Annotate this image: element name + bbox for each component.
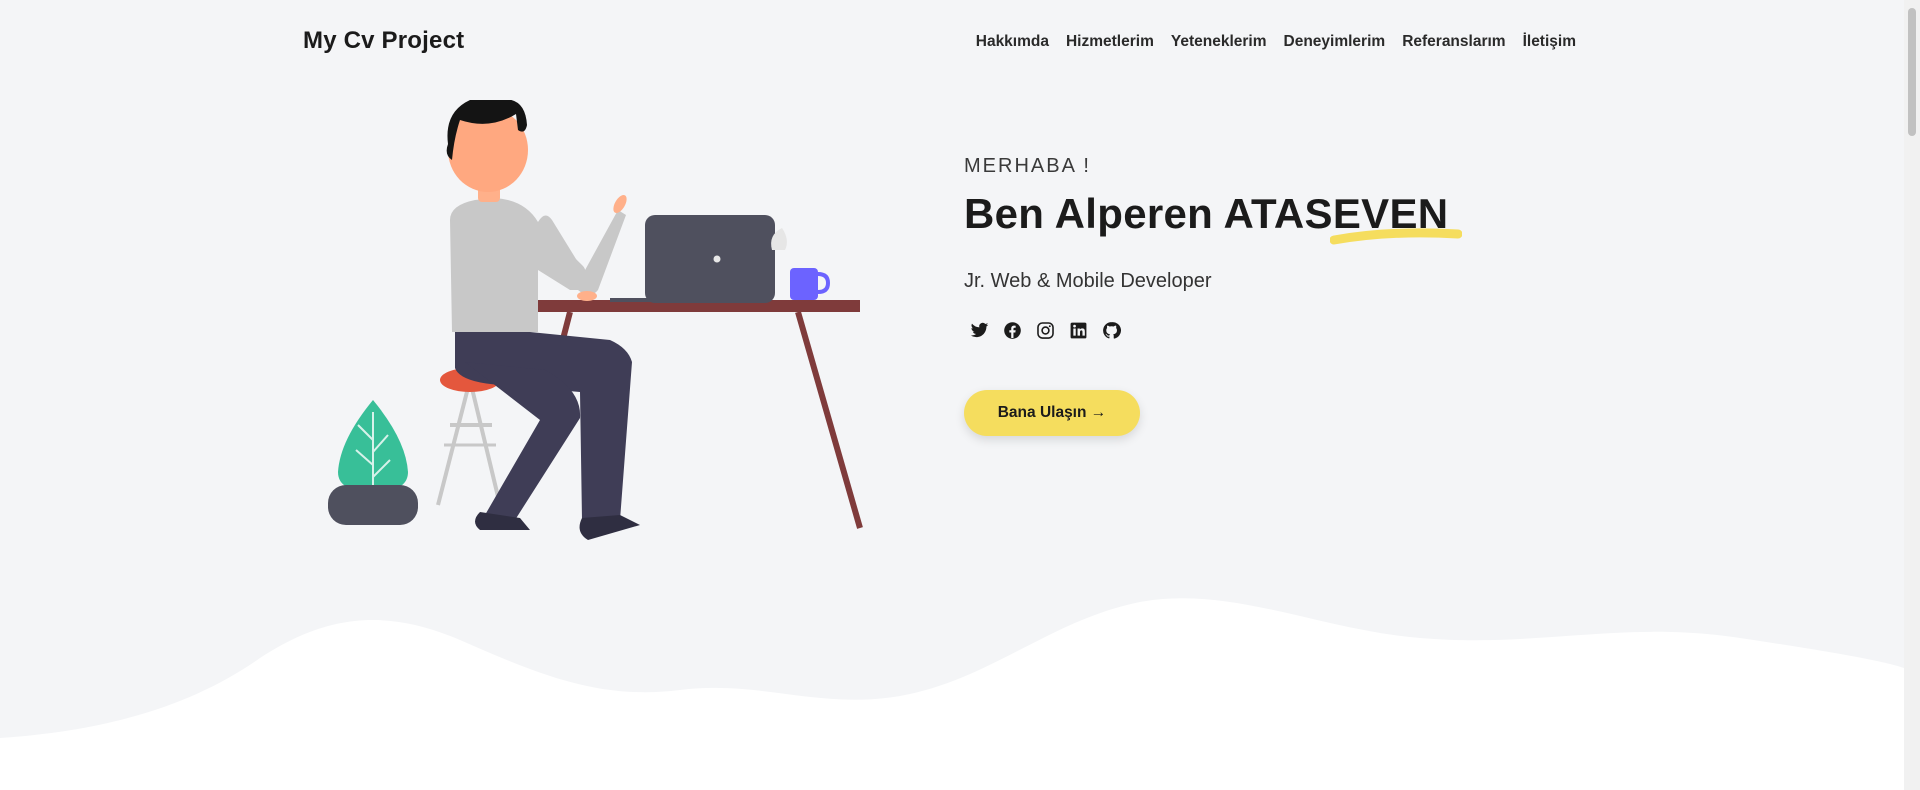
social-links — [970, 321, 1564, 340]
laptop-icon — [610, 215, 775, 303]
nav-link-references[interactable]: Referanslarım — [1402, 33, 1505, 51]
header: My Cv Project Hakkımda Hizmetlerim Yeten… — [303, 27, 1576, 63]
contact-me-button[interactable]: Bana Ulaşın → — [964, 390, 1140, 436]
hero-name: Ben Alperen ATASEVEN — [964, 190, 1462, 245]
hero-section: MERHABA ! Ben Alperen ATASEVEN Jr. Web &… — [964, 155, 1564, 436]
facebook-icon[interactable] — [1003, 321, 1022, 340]
highlight-underline — [1330, 228, 1462, 245]
nav-link-contact[interactable]: İletişim — [1523, 33, 1576, 51]
mug-icon — [771, 228, 831, 300]
job-title: Jr. Web & Mobile Developer — [964, 270, 1212, 292]
developer-illustration — [328, 100, 863, 540]
brand-logo[interactable]: My Cv Project — [303, 27, 464, 55]
nav-link-experience[interactable]: Deneyimlerim — [1284, 33, 1386, 51]
bottom-wave-shape — [0, 598, 1904, 790]
nav-link-about[interactable]: Hakkımda — [976, 33, 1049, 51]
nav-link-skills[interactable]: Yeteneklerim — [1171, 33, 1267, 51]
twitter-icon[interactable] — [970, 321, 989, 340]
chair-icon — [436, 368, 502, 506]
main-nav: Hakkımda Hizmetlerim Yeteneklerim Deneyi… — [976, 33, 1576, 51]
person-icon — [446, 100, 640, 540]
vertical-scrollbar[interactable] — [1904, 0, 1920, 790]
plant-icon — [328, 400, 418, 525]
greeting-text: MERHABA ! — [964, 155, 1091, 177]
instagram-icon[interactable] — [1036, 321, 1055, 340]
nav-link-services[interactable]: Hizmetlerim — [1066, 33, 1154, 51]
page: My Cv Project Hakkımda Hizmetlerim Yeten… — [0, 0, 1904, 790]
linkedin-icon[interactable] — [1069, 321, 1088, 340]
github-icon[interactable] — [1102, 321, 1121, 340]
scrollbar-thumb[interactable] — [1908, 8, 1916, 136]
